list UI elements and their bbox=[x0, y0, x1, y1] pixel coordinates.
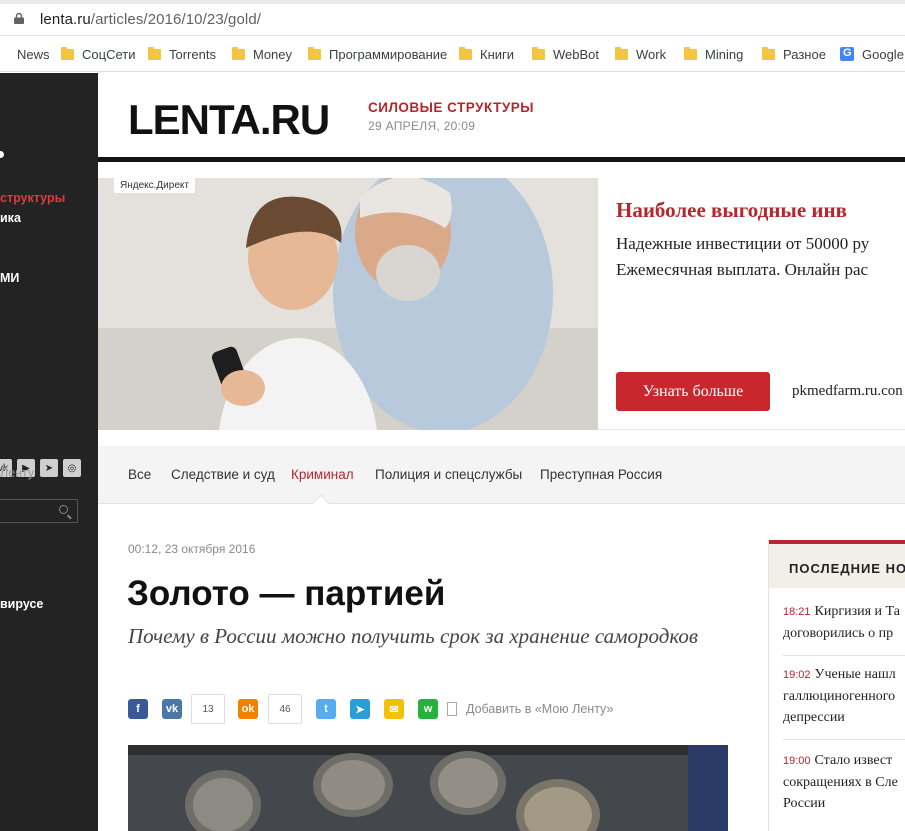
bookmark-label: Программирование bbox=[329, 46, 448, 62]
article-subtitle: Почему в России можно получить срок за х… bbox=[128, 624, 699, 648]
facebook-share-icon[interactable]: f bbox=[128, 699, 148, 719]
header-date: 29 АПРЕЛЯ, 20:09 bbox=[368, 119, 476, 133]
rubric-title[interactable]: СИЛОВЫЕ СТРУКТУРЫ bbox=[368, 100, 534, 115]
subnav-item-investigation[interactable]: Следствие и суд bbox=[171, 467, 275, 482]
header-divider bbox=[98, 157, 905, 162]
ad-photo-illustration bbox=[98, 178, 598, 430]
latest-news-panel: ПОСЛЕДНИЕ НО 18:21 Киргизия и Та договори… bbox=[768, 540, 905, 831]
address-bar[interactable]: lenta.ru/articles/2016/10/23/gold/ bbox=[0, 0, 905, 36]
twitter-share-icon[interactable]: t bbox=[316, 699, 336, 719]
latest-news-item[interactable]: 19:02 Ученые нашл галлюциногенного депрес… bbox=[783, 664, 905, 728]
telegram-icon[interactable]: ➤ bbox=[40, 459, 58, 477]
latest-news-heading: ПОСЛЕДНИЕ НО bbox=[789, 561, 905, 576]
sidebar-item-virus[interactable]: вирусе bbox=[0, 597, 43, 611]
section-subnav: Все Следствие и суд Криминал Полиция и с… bbox=[98, 446, 905, 512]
folder-icon bbox=[615, 46, 628, 60]
subnav-item-criminal-russia[interactable]: Преступная Россия bbox=[540, 467, 662, 482]
folder-icon bbox=[684, 46, 697, 60]
ok-share-count: 46 bbox=[268, 694, 302, 724]
google-icon bbox=[840, 47, 854, 61]
bookmark-icon bbox=[447, 702, 457, 716]
gold-nuggets-illustration bbox=[128, 745, 728, 831]
bookmark-label: Разное bbox=[783, 46, 826, 62]
bookmark-label: Mining bbox=[705, 46, 744, 62]
bookmark-programming[interactable]: Программирование bbox=[308, 45, 447, 63]
bookmark-books[interactable]: Книги bbox=[459, 45, 514, 63]
telegram-share-icon[interactable]: ➤ bbox=[350, 699, 370, 719]
ad-body-line1: Надежные инвестиции от 50000 ру bbox=[616, 234, 870, 253]
ad-domain[interactable]: pkmedfarm.ru.con bbox=[792, 383, 903, 400]
bookmark-label: Google bbox=[862, 46, 904, 62]
url-path: /articles/2016/10/23/gold/ bbox=[90, 11, 262, 28]
site-logo[interactable]: LENTA.RU bbox=[128, 96, 330, 144]
email-share-icon[interactable]: ✉ bbox=[384, 699, 404, 719]
tab-strip-edge bbox=[0, 0, 905, 4]
news-time: 18:21 bbox=[783, 606, 811, 618]
subnav-item-police[interactable]: Полиция и спецслужбы bbox=[375, 467, 522, 482]
bookmark-label: Torrents bbox=[169, 46, 216, 62]
article-date: 00:12, 23 октября 2016 bbox=[128, 542, 256, 556]
bookmark-work[interactable]: Work bbox=[615, 45, 666, 63]
active-tab-pointer bbox=[312, 494, 330, 512]
bookmark-label: WebBot bbox=[553, 46, 600, 62]
news-time: 19:00 bbox=[783, 755, 811, 767]
lock-icon bbox=[14, 13, 24, 24]
sidebar-item-my-lenta[interactable]: Ленту bbox=[0, 466, 34, 480]
bookmark-socseti[interactable]: СоцСети bbox=[61, 45, 135, 63]
bookmark-label: Книги bbox=[480, 46, 515, 62]
ad-banner[interactable]: Яндекс.Директ Наиболее выгодные инв Наде… bbox=[98, 178, 905, 430]
ad-body-line2: Ежемесячная выплата. Онлайн рас bbox=[616, 260, 869, 279]
folder-icon bbox=[148, 46, 161, 60]
ad-provider-label: Яндекс.Директ bbox=[114, 178, 195, 193]
article-title: Золото — партией bbox=[127, 574, 446, 613]
latest-news-header: ПОСЛЕДНИЕ НО bbox=[769, 540, 905, 588]
bookmark-google[interactable]: Google bbox=[840, 45, 904, 63]
sidebar-item-politics[interactable]: ика bbox=[0, 211, 21, 225]
add-to-my-lenta-link[interactable]: Добавить в «Мою Ленту» bbox=[447, 702, 613, 716]
vk-share-icon[interactable]: vk bbox=[162, 699, 182, 719]
article-photo bbox=[128, 745, 728, 831]
sidebar-item-media[interactable]: МИ bbox=[0, 271, 19, 285]
news-divider bbox=[783, 655, 905, 656]
bookmark-label: News bbox=[17, 46, 50, 62]
menu-dot-icon bbox=[0, 151, 4, 158]
bookmark-label: Work bbox=[636, 46, 667, 62]
url-host: lenta.ru bbox=[40, 11, 91, 28]
bookmark-label: Money bbox=[253, 46, 293, 62]
bookmark-money[interactable]: Money bbox=[232, 45, 292, 63]
bookmark-news[interactable]: News bbox=[0, 45, 50, 63]
url-text[interactable]: lenta.ru/articles/2016/10/23/gold/ bbox=[40, 11, 261, 28]
search-icon[interactable] bbox=[59, 505, 68, 514]
folder-icon bbox=[762, 46, 775, 60]
folder-icon bbox=[308, 46, 321, 60]
folder-icon bbox=[532, 46, 545, 60]
whatsapp-share-icon[interactable]: w bbox=[418, 699, 438, 719]
folder-icon bbox=[61, 46, 74, 60]
bookmark-misc[interactable]: Разное bbox=[762, 45, 826, 63]
latest-news-item[interactable]: 19:00 Стало извест сокращениях в Сле Росс… bbox=[783, 750, 905, 814]
bookmark-webbot[interactable]: WebBot bbox=[532, 45, 599, 63]
bookmark-mining[interactable]: Mining bbox=[684, 45, 743, 63]
bookmarks-bar: News СоцСети Torrents Money Программиров… bbox=[0, 36, 905, 72]
folder-icon bbox=[459, 46, 472, 60]
sidebar: структуры ика МИ vk ▶ ➤ ◎ Ленту вирусе bbox=[0, 73, 98, 831]
news-divider bbox=[783, 739, 905, 740]
news-time: 19:02 bbox=[783, 669, 811, 681]
vk-share-count: 13 bbox=[191, 694, 225, 724]
subnav-item-crime[interactable]: Криминал bbox=[291, 467, 354, 482]
ok-share-icon[interactable]: ok bbox=[238, 699, 258, 719]
ad-learn-more-button[interactable]: Узнать больше bbox=[616, 372, 770, 411]
latest-news-item[interactable]: 18:21 Киргизия и Та договорились о пр bbox=[783, 601, 905, 644]
ad-title[interactable]: Наиболее выгодные инв bbox=[616, 198, 847, 223]
folder-icon bbox=[232, 46, 245, 60]
add-to-my-lenta-label: Добавить в «Мою Ленту» bbox=[466, 702, 614, 716]
sidebar-item-structures[interactable]: структуры bbox=[0, 191, 65, 205]
bookmark-label: СоцСети bbox=[82, 46, 136, 62]
ad-image[interactable]: Яндекс.Директ bbox=[98, 178, 598, 430]
subnav-item-all[interactable]: Все bbox=[128, 467, 151, 482]
bookmark-torrents[interactable]: Torrents bbox=[148, 45, 216, 63]
sidebar-search-input[interactable] bbox=[0, 499, 78, 523]
instagram-icon[interactable]: ◎ bbox=[63, 459, 81, 477]
